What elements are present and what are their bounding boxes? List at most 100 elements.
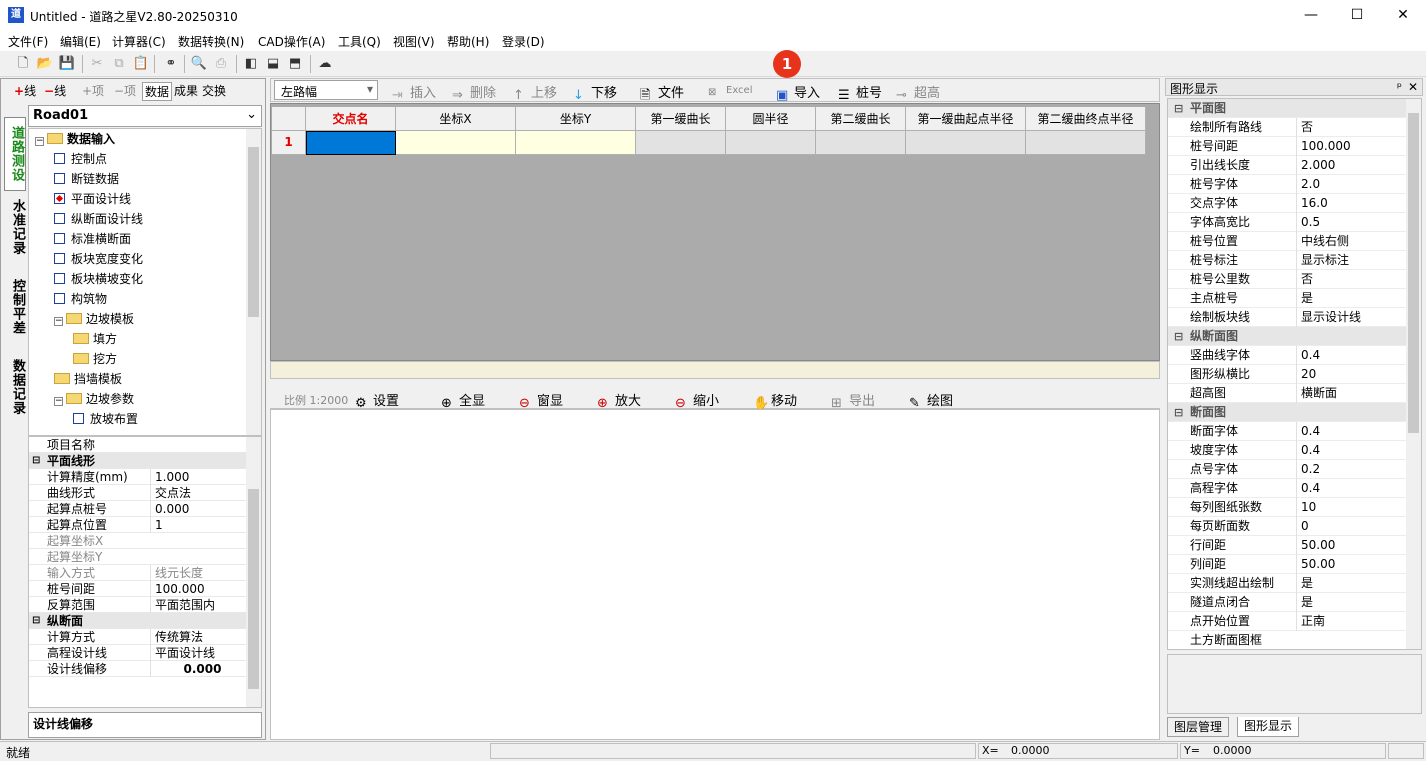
col-header-end-radius[interactable]: 第二缓曲终点半径 <box>1026 107 1146 131</box>
collapse-icon[interactable]: ⊟ <box>1174 403 1183 422</box>
display-property-row[interactable]: 交点字体 16.0 <box>1168 194 1408 213</box>
display-property-row[interactable]: 桩号间距 100.000 <box>1168 137 1408 156</box>
tab-exchange[interactable]: 交换 <box>202 82 226 99</box>
tree-node[interactable]: − 边坡模板 <box>54 309 134 329</box>
display-property-row[interactable]: 桩号标注 显示标注 <box>1168 251 1408 270</box>
collapse-icon[interactable]: ⊟ <box>32 613 40 629</box>
pin-icon[interactable]: ᵖ <box>1397 80 1402 94</box>
cell-x[interactable] <box>396 131 516 155</box>
expander-icon[interactable]: − <box>54 397 63 406</box>
display-property-row[interactable]: 桩号公里数否 <box>1168 270 1408 289</box>
tree-node[interactable]: − 边坡参数 <box>54 389 134 409</box>
checkbox-icon[interactable] <box>54 193 65 204</box>
delete-line-button[interactable]: −线 <box>44 82 66 99</box>
property-category[interactable]: ⊟ 平面线形 <box>29 453 247 469</box>
cloud-download-icon[interactable]: ☁ <box>316 55 334 73</box>
print-preview-icon[interactable]: 🔍 <box>190 55 208 73</box>
display-property-row[interactable]: 图形纵横比 20 <box>1168 365 1408 384</box>
expander-icon[interactable]: − <box>54 317 63 326</box>
display-property-row[interactable]: 字体高宽比 0.5 <box>1168 213 1408 232</box>
col-header-x[interactable]: 坐标X <box>396 107 516 131</box>
display-property-row[interactable]: 行间距 50.00 <box>1168 536 1408 555</box>
window-view-button[interactable]: ⊖ 窗显 <box>519 390 563 411</box>
tree-node[interactable]: 填方 <box>73 329 117 349</box>
expander-icon[interactable]: − <box>35 137 44 146</box>
settings-button[interactable]: ⚙ 设置 <box>355 390 399 411</box>
drawing-canvas[interactable] <box>270 409 1160 740</box>
excel-button[interactable]: ⊠ Excel <box>708 85 753 101</box>
display-property-row[interactable]: 断面字体 0.4 <box>1168 422 1408 441</box>
print-icon[interactable]: ⎙ <box>212 55 230 73</box>
property-row[interactable]: 起算点位置 1 <box>29 517 247 533</box>
property-row[interactable]: 设计线偏移 0.000 <box>29 661 247 677</box>
display-property-row[interactable]: 超高图 横断面 <box>1168 384 1408 403</box>
maximize-button[interactable]: ☐ <box>1334 0 1380 31</box>
cell-ip-name[interactable] <box>306 131 396 155</box>
layout-top-icon[interactable]: ⬒ <box>286 55 304 73</box>
close-button[interactable]: ✕ <box>1380 0 1426 31</box>
col-header-spiral1[interactable]: 第一缓曲长 <box>636 107 726 131</box>
panel-close-icon[interactable]: ✕ <box>1408 80 1418 94</box>
display-property-row[interactable]: 列间距 50.00 <box>1168 555 1408 574</box>
tab-graphic-display[interactable]: 图形显示 <box>1237 717 1300 737</box>
tree-node[interactable]: 平面设计线 <box>54 189 131 209</box>
checkbox-icon[interactable] <box>54 153 65 164</box>
insert-button[interactable]: ⇥ 插入 <box>392 82 436 103</box>
add-item-button[interactable]: +项 <box>82 82 104 99</box>
vtab-road-survey[interactable]: 道路测设 <box>4 117 26 191</box>
carriageway-select[interactable]: 左路幅 ▾ <box>274 80 378 100</box>
display-property-row[interactable]: 桩号字体 2.0 <box>1168 175 1408 194</box>
move-up-button[interactable]: ↑ 上移 <box>513 82 557 103</box>
display-property-row[interactable]: 坡度字体 0.4 <box>1168 441 1408 460</box>
tree-node[interactable]: 挡墙模板 <box>54 369 122 389</box>
display-property-row[interactable]: 土方断面图框 <box>1168 631 1408 649</box>
display-property-row[interactable]: 桩号位置 中线右侧 <box>1168 232 1408 251</box>
property-row[interactable]: 曲线形式 交点法 <box>29 485 247 501</box>
property-row[interactable]: 起算点桩号 0.000 <box>29 501 247 517</box>
tree-node[interactable]: 断链数据 <box>54 169 119 189</box>
display-property-row[interactable]: 引出线长度 2.000 <box>1168 156 1408 175</box>
add-line-button[interactable]: ++线线 <box>14 82 36 99</box>
col-header-y[interactable]: 坐标Y <box>516 107 636 131</box>
open-folder-icon[interactable]: 📂 <box>36 55 54 73</box>
menu-edit[interactable]: 编辑(E) <box>60 33 101 50</box>
checkbox-icon[interactable] <box>54 293 65 304</box>
move-down-button[interactable]: ↓ 下移 <box>573 82 617 103</box>
col-header-ip-name[interactable]: 交点名 <box>306 107 396 131</box>
pan-button[interactable]: ✋ 移动 <box>753 390 797 411</box>
layout-left-icon[interactable]: ◧ <box>242 55 260 73</box>
full-view-button[interactable]: ⊕ 全显 <box>441 390 485 411</box>
tree-node[interactable]: 放坡布置 <box>73 409 138 429</box>
import-button[interactable]: ▣ 导入 <box>776 82 820 103</box>
copy-icon[interactable]: ⧉ <box>110 55 128 73</box>
tree-scrollbar[interactable] <box>246 129 261 435</box>
minimize-button[interactable]: — <box>1288 0 1334 31</box>
property-row[interactable]: 计算方式 传统算法 <box>29 629 247 645</box>
checkbox-icon[interactable] <box>73 413 84 424</box>
display-property-row[interactable]: 点号字体 0.2 <box>1168 460 1408 479</box>
menu-login[interactable]: 登录(D) <box>502 33 545 50</box>
display-property-row[interactable]: 高程字体 0.4 <box>1168 479 1408 498</box>
display-property-row[interactable]: 绘制板块线 显示设计线 <box>1168 308 1408 327</box>
display-property-row[interactable]: 实测线超出绘制是 <box>1168 574 1408 593</box>
menu-cad[interactable]: CAD操作(A) <box>258 33 325 50</box>
zoom-in-button[interactable]: ⊕ 放大 <box>597 390 641 411</box>
binoculars-icon[interactable]: ⚭ <box>162 55 180 73</box>
menu-calculator[interactable]: 计算器(C) <box>112 33 166 50</box>
display-property-row[interactable]: 竖曲线字体 0.4 <box>1168 346 1408 365</box>
collapse-icon[interactable]: ⊟ <box>1174 99 1183 118</box>
tree-node[interactable]: 构筑物 <box>54 289 107 309</box>
display-property-row[interactable]: 绘制所有路线否 <box>1168 118 1408 137</box>
display-property-row[interactable]: 每页断面数 0 <box>1168 517 1408 536</box>
road-select[interactable]: Road01 ⌄ <box>28 105 262 127</box>
checkbox-icon[interactable] <box>54 253 65 264</box>
col-header-radius[interactable]: 圆半径 <box>726 107 816 131</box>
checkbox-icon[interactable] <box>54 273 65 284</box>
tree-node[interactable]: 纵断面设计线 <box>54 209 143 229</box>
display-property-row[interactable]: 隧道点闭合是 <box>1168 593 1408 612</box>
menu-data-convert[interactable]: 数据转换(N) <box>178 33 244 50</box>
menu-tools[interactable]: 工具(Q) <box>338 33 381 50</box>
display-category[interactable]: ⊟ 纵断面图 <box>1168 327 1408 346</box>
col-header-start-radius[interactable]: 第一缓曲起点半径 <box>906 107 1026 131</box>
paste-icon[interactable]: 📋 <box>132 55 150 73</box>
